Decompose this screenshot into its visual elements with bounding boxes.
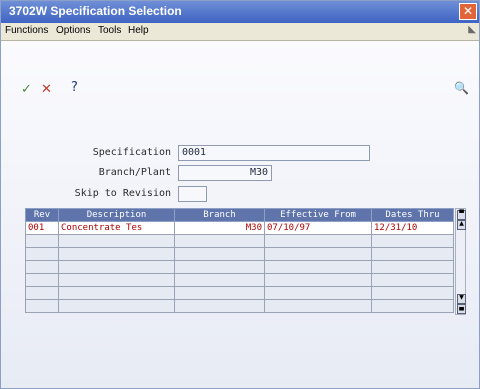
column-header-dates-thru[interactable]: Dates Thru (371, 208, 454, 222)
scroll-top-icon[interactable]: ▀ (457, 210, 466, 220)
grid-row[interactable]: 001 Concentrate Tes M30 07/10/97 12/31/1… (25, 221, 454, 235)
column-header-effective-from[interactable]: Effective From (264, 208, 372, 222)
cell-effective-from[interactable] (264, 260, 372, 274)
cell-dates-thru[interactable] (371, 260, 454, 274)
column-header-description[interactable]: Description (58, 208, 175, 222)
cell-description[interactable] (58, 260, 175, 274)
ok-check-icon[interactable]: ✓ (21, 82, 32, 97)
cell-description[interactable]: Concentrate Tes (58, 221, 175, 235)
help-icon[interactable]: ? (71, 80, 78, 95)
grid-row[interactable] (25, 273, 454, 287)
cell-description[interactable] (58, 286, 175, 300)
branch-plant-input[interactable]: M30 (178, 165, 272, 181)
specification-grid: Rev Description Branch Effective From Da… (25, 208, 454, 313)
cell-effective-from[interactable] (264, 286, 372, 300)
specification-input[interactable]: 0001 (178, 145, 370, 161)
grid-row[interactable] (25, 299, 454, 313)
branch-plant-label: Branch/Plant (98, 167, 171, 178)
cell-dates-thru[interactable] (371, 234, 454, 248)
cell-branch[interactable] (174, 299, 265, 313)
cell-branch[interactable] (174, 273, 265, 287)
cell-effective-from[interactable] (264, 273, 372, 287)
cancel-icon[interactable]: ✕ (41, 82, 52, 97)
cell-rev[interactable] (25, 286, 59, 300)
form-area: ✓ ✕ ? 🔍 Specification 0001 Branch/Plant … (1, 41, 479, 388)
cell-description[interactable] (58, 299, 175, 313)
cell-description[interactable] (58, 273, 175, 287)
grid-row[interactable] (25, 247, 454, 261)
cell-branch[interactable] (174, 286, 265, 300)
application-window: 3702W Specification Selection ✕ Function… (0, 0, 480, 389)
cell-branch[interactable]: M30 (174, 221, 265, 235)
scroll-up-icon[interactable]: ▲ (457, 220, 466, 230)
cell-dates-thru[interactable] (371, 286, 454, 300)
grid-header-row: Rev Description Branch Effective From Da… (25, 208, 454, 222)
menu-bar: Functions Options Tools Help ◣ (1, 23, 479, 41)
menu-functions[interactable]: Functions (5, 25, 48, 36)
scroll-bottom-icon[interactable]: ▄ (457, 304, 466, 314)
cell-description[interactable] (58, 247, 175, 261)
cell-branch[interactable] (174, 247, 265, 261)
grid-row[interactable] (25, 260, 454, 274)
skip-to-revision-input[interactable] (178, 186, 207, 202)
cell-rev[interactable] (25, 273, 59, 287)
grid-row[interactable] (25, 286, 454, 300)
cell-effective-from[interactable]: 07/10/97 (264, 221, 372, 235)
cell-effective-from[interactable] (264, 299, 372, 313)
search-icon[interactable]: 🔍 (454, 81, 469, 95)
cell-rev[interactable] (25, 299, 59, 313)
column-header-branch[interactable]: Branch (174, 208, 265, 222)
resize-grip-icon: ◣ (468, 24, 476, 35)
cell-rev[interactable] (25, 260, 59, 274)
close-button[interactable]: ✕ (459, 3, 477, 20)
grid-scrollbar[interactable]: ▀ ▲ ▼ ▄ (455, 208, 466, 315)
cell-dates-thru[interactable]: 12/31/10 (371, 221, 454, 235)
skip-to-revision-label: Skip to Revision (74, 188, 171, 199)
cell-description[interactable] (58, 234, 175, 248)
cell-effective-from[interactable] (264, 234, 372, 248)
column-header-rev[interactable]: Rev (25, 208, 59, 222)
menu-options[interactable]: Options (56, 25, 90, 36)
cell-rev[interactable] (25, 247, 59, 261)
cell-dates-thru[interactable] (371, 273, 454, 287)
cell-effective-from[interactable] (264, 247, 372, 261)
menu-help[interactable]: Help (128, 25, 149, 36)
cell-rev[interactable]: 001 (25, 221, 59, 235)
specification-label: Specification (92, 147, 171, 158)
grid-row[interactable] (25, 234, 454, 248)
cell-dates-thru[interactable] (371, 299, 454, 313)
cell-rev[interactable] (25, 234, 59, 248)
cell-branch[interactable] (174, 234, 265, 248)
cell-branch[interactable] (174, 260, 265, 274)
title-bar: 3702W Specification Selection ✕ (1, 1, 479, 23)
window-title: 3702W Specification Selection (9, 4, 182, 18)
cell-dates-thru[interactable] (371, 247, 454, 261)
scroll-down-icon[interactable]: ▼ (457, 294, 466, 304)
menu-tools[interactable]: Tools (98, 25, 121, 36)
